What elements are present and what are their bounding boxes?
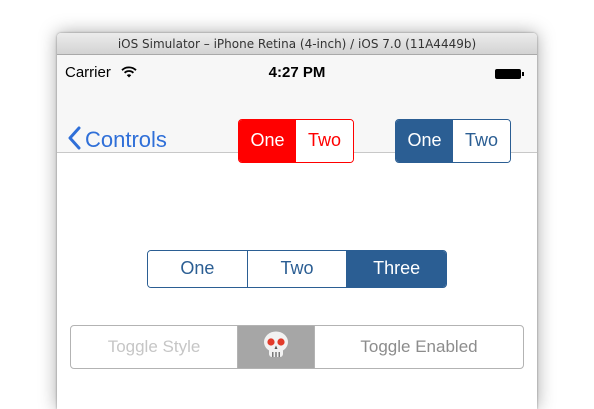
status-bar: Carrier 4:27 PM <box>57 55 537 89</box>
segment-two[interactable]: Two <box>246 251 347 287</box>
simulator-window: iOS Simulator – iPhone Retina (4-inch) /… <box>57 33 537 409</box>
red-segment-two[interactable]: Two <box>296 120 353 162</box>
window-title: iOS Simulator – iPhone Retina (4-inch) /… <box>57 33 537 55</box>
battery-icon <box>495 69 524 79</box>
toggle-segmented-control: Toggle Style Toggle Enabled <box>70 325 524 369</box>
toggle-enabled-segment[interactable]: Toggle Enabled <box>315 326 523 368</box>
chevron-left-icon <box>67 126 81 155</box>
red-segment-one[interactable]: One <box>239 120 296 162</box>
blue-nav-segment-one[interactable]: One <box>396 120 453 162</box>
skull-icon <box>261 330 291 365</box>
red-segmented-control: One Two <box>238 119 354 163</box>
main-segmented-control: One Two Three <box>147 250 447 288</box>
status-time: 4:27 PM <box>268 64 326 81</box>
segment-three[interactable]: Three <box>346 251 446 287</box>
back-button-label: Controls <box>85 127 167 152</box>
blue-nav-segmented-control: One Two <box>395 119 511 163</box>
segment-one[interactable]: One <box>148 251 247 287</box>
device-screen: Carrier 4:27 PM Controls One Two One Two… <box>57 55 537 409</box>
blue-nav-segment-two[interactable]: Two <box>453 120 510 162</box>
back-button[interactable]: Controls <box>67 125 167 155</box>
toggle-style-segment[interactable]: Toggle Style <box>71 326 237 368</box>
navigation-bar: Carrier 4:27 PM Controls One Two One Two <box>57 55 537 163</box>
skull-segment[interactable] <box>237 326 315 368</box>
